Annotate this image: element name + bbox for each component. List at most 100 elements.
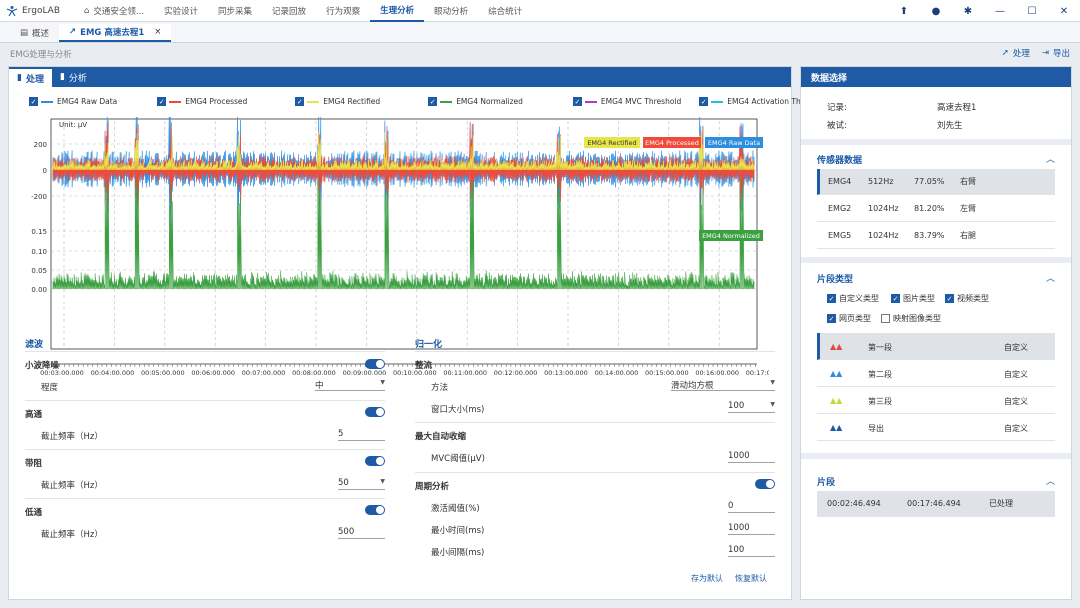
sensor-title: 传感器数据 [817,156,863,166]
segtype-custom[interactable]: ✓ 自定义类型 [827,293,879,304]
menu-design[interactable]: 实验设计 [154,0,208,22]
lp-cut-label: 截止频率（Hz） [41,530,103,540]
segtype-web[interactable]: ✓ 网页类型 [827,313,871,324]
period-toggle[interactable] [755,479,775,489]
minimize-icon[interactable]: — [984,0,1016,22]
bandstop-toggle[interactable] [365,456,385,466]
x-tick-label: 00:16:00.000 [695,369,739,375]
window-label: 窗口大小(ms) [431,405,485,415]
window-select[interactable]: 100 ▼ [728,399,775,413]
segment-icon: ▲▲ [830,396,843,405]
act-label: 激活阈值(%) [431,504,480,514]
menu-eye[interactable]: 眼动分析 [424,0,478,22]
y-tick-label: 0.15 [31,228,47,236]
segment-icon: ▲▲ [830,369,843,378]
min-interval-input[interactable]: 100 [728,543,775,557]
y-tick-label: 0.05 [31,267,47,275]
subheader: EMG处理与分析 ➚ 处理 ⇥ 导出 [0,44,1080,64]
segment-row[interactable]: ▲▲ 第一段 自定义 [817,333,1055,360]
save-default-button[interactable]: 存为默认 [691,573,723,584]
left-panel: ▮ 处理 ▮ 分析 ✓ EMG4 Raw Data ✓ EMG4 Processed ✓ EM… [8,66,828,600]
tab-overview[interactable]: ▤ 概述 [10,24,59,42]
export-icon: ⇥ [1041,48,1049,58]
menu-traffic[interactable]: ⌂ 交通安全领... [74,0,154,22]
segtype-image[interactable]: ✓ 图片类型 [891,293,935,304]
tab-close-icon[interactable]: × [154,27,161,37]
segment-row[interactable]: ▲▲ 导出 自定义 [817,414,1055,441]
segtype-video[interactable]: ✓ 视频类型 [945,293,989,304]
y-tick-label: 200 [34,141,47,149]
hp-cut-input[interactable]: 5 [338,427,385,441]
x-tick-label: 00:04:00.000 [91,369,135,375]
method-select[interactable]: 滑动均方根 ▼ [671,377,775,391]
app-name: ErgoLAB [22,5,60,16]
record-value: 高速去程1 [937,103,977,113]
export-button[interactable]: ⇥ 导出 [1042,47,1070,59]
lowpass-toggle[interactable] [365,505,385,515]
hp-cut-label: 截止频率（Hz） [41,432,103,442]
sensor-row[interactable]: EMG4 512Hz 77.05% 右臂 [817,169,1055,195]
tab-process[interactable]: ▮ 处理 [9,69,52,87]
segtype-map[interactable]: 映射图像类型 [881,313,941,324]
wavelet-toggle[interactable] [365,359,385,369]
chevron-down-icon: ▼ [770,379,775,386]
min-time-input[interactable]: 1000 [728,521,775,535]
sensor-row[interactable]: EMG2 1024Hz 81.20% 左臂 [817,196,1055,222]
legend-item[interactable]: ✓ EMG4 Processed [157,97,247,106]
close-icon[interactable]: ✕ [1048,0,1080,22]
legend-item[interactable]: ✓ EMG4 Normalized [428,97,523,106]
tab-analyze[interactable]: ▮ 分析 [52,67,95,87]
segment-row[interactable]: ▲▲ 第三段 自定义 [817,387,1055,414]
right-panel: 数据选择 记录: 高速去程1 被试: 刘先生 传感器数据 ︿ EMG4 512Hz… [800,66,1072,600]
pin-icon[interactable]: ⬆ [888,0,920,22]
restore-default-button[interactable]: 恢复默认 [735,573,767,584]
menu-playback[interactable]: 记录回放 [262,0,316,22]
checkbox-icon[interactable]: ✓ [572,97,582,106]
chevron-up-icon[interactable]: ︿ [1046,474,1055,487]
legend-item[interactable]: ✓ EMG4 Raw Data [29,97,117,106]
unit-label: Unit: μV [59,121,87,129]
menu-collect[interactable]: 同步采集 [208,0,262,22]
x-tick-label: 00:09:00.000 [343,369,387,375]
subject-value: 刘先生 [937,121,963,131]
highpass-toggle[interactable] [365,407,385,417]
x-tick-label: 00:06:00.000 [191,369,235,375]
act-input[interactable]: 0 [728,499,775,513]
lp-cut-input[interactable]: 500 [338,525,385,539]
checkbox-icon[interactable]: ✓ [699,97,709,106]
legend-item[interactable]: ✓ EMG4 MVC Threshold [572,97,681,106]
tag-rectified: EMG4 Rectified [587,139,636,147]
maximize-icon[interactable]: ☐ [1016,0,1048,22]
checkbox-icon[interactable]: ✓ [428,97,438,106]
bs-cut-select[interactable]: 50 ▼ [338,476,385,490]
menu-behavior[interactable]: 行为观察 [316,0,370,22]
segment-row[interactable]: ▲▲ 第二段 自定义 [817,360,1055,387]
chevron-up-icon[interactable]: ︿ [1046,271,1055,284]
checkbox-icon[interactable]: ✓ [157,97,167,106]
degree-select[interactable]: 中 ▼ [315,377,385,391]
checkbox-icon[interactable]: ✓ [29,97,38,106]
y-tick-label: -200 [31,193,47,201]
help-icon[interactable]: ● [920,0,952,22]
main-menu: ⌂ 交通安全领... 实验设计 同步采集 记录回放 行为观察 生理分析 眼动分析 … [74,0,532,22]
checkbox-icon[interactable]: ✓ [295,97,305,106]
sensor-row[interactable]: EMG5 1024Hz 83.79% 右腿 [817,223,1055,249]
data-select-title: 数据选择 [801,67,1071,87]
menu-physio[interactable]: 生理分析 [370,0,425,22]
x-tick-label: 00:07:00.000 [242,369,286,375]
tab-emg[interactable]: ↗ EMG 高速去程1 × [59,24,172,42]
tag-processed: EMG4 Processed [645,139,699,147]
chevron-up-icon[interactable]: ︿ [1046,152,1055,165]
legend-item[interactable]: ✓ EMG4 Rectified [295,97,380,106]
chart-legend: ✓ EMG4 Raw Data ✓ EMG4 Processed ✓ EMG4 Recti… [29,97,846,106]
mvc-input[interactable]: 1000 [728,449,775,463]
gear-icon[interactable]: ✱ [952,0,984,22]
menu-stats[interactable]: 综合统计 [478,0,532,22]
tag-normalized: EMG4 Normalized [702,232,760,240]
clip-row[interactable]: 00:02:46.494 00:17:46.494 已处理 [817,491,1055,517]
app-logo: ErgoLAB [0,5,74,17]
x-tick-label: 00:14:00.000 [595,369,639,375]
process-button[interactable]: ➚ 处理 [1002,47,1030,59]
segment-icon: ▲▲ [830,342,843,351]
period-label: 周期分析 [415,482,450,492]
